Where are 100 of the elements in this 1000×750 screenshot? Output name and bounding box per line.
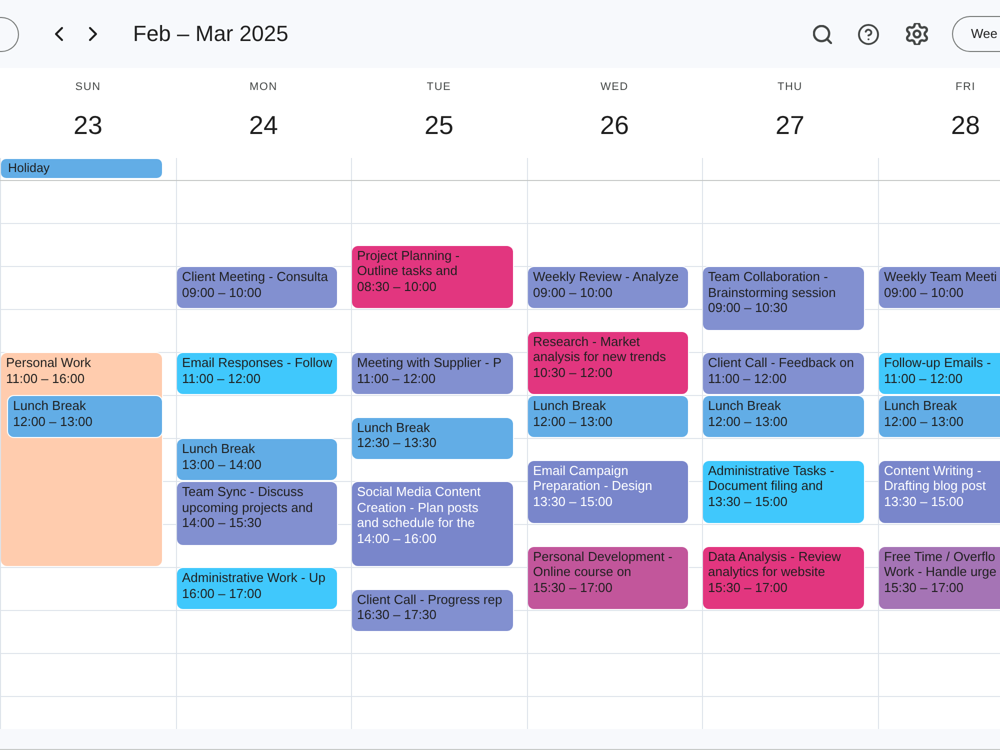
calendar-event[interactable]: Client Call - Progress rep 16:30 – 17:30 <box>352 590 513 630</box>
event-title: Research - Market analysis for new trends <box>533 334 666 364</box>
calendar-event[interactable]: Weekly Team Meeti 09:00 – 10:00 <box>879 267 1000 308</box>
event-title: Meeting with Supplier - P <box>357 355 502 370</box>
all-day-event[interactable]: Holiday <box>1 159 162 178</box>
event-title: Personal Development - Online course on <box>533 548 672 580</box>
settings-icon <box>906 23 928 45</box>
event-time: 11:00 – 12:00 <box>357 370 436 386</box>
event-time: 10:30 – 12:00 <box>533 364 613 380</box>
event-title: Weekly Team Meeti <box>884 269 997 284</box>
calendar-event[interactable]: Content Writing - Drafting blog post 13:30 – 15:00 <box>879 460 1000 523</box>
calendar-event[interactable]: Email Campaign Preparation - Design 13:30 – 15:00 <box>528 460 688 523</box>
event-time: 12:30 – 13:30 <box>357 435 437 450</box>
event-time: 13:30 – 15:00 <box>884 494 964 509</box>
calendar-event[interactable]: Lunch Break 12:00 – 13:00 <box>8 396 162 437</box>
event-title: Client Call - Progress rep <box>357 592 502 607</box>
calendar-event[interactable]: Administrative Work - Up 16:00 – 17:00 <box>177 568 337 609</box>
day-number[interactable]: 24 <box>249 109 278 141</box>
event-title: Lunch Break <box>533 398 606 414</box>
event-title: Data Analysis - Review analytics for website <box>708 548 841 580</box>
calendar-event[interactable]: Email Responses - Follow 11:00 – 12:00 <box>177 353 337 394</box>
event-time: 13:30 – 15:00 <box>708 494 788 509</box>
calendar-event[interactable]: Free Time / Overflo Work - Handle urge 15:30 – 17:00 <box>879 546 1000 609</box>
event-time: 13:00 – 14:00 <box>182 456 262 472</box>
event-title: Social Media Content Creation - Plan posts and schedule for the <box>357 484 481 530</box>
event-title: Client Call - Feedback on <box>708 355 854 370</box>
calendar-event[interactable]: Client Call - Feedback on 11:00 – 12:00 <box>703 353 864 394</box>
calendar-event[interactable]: Lunch Break 12:00 – 13:00 <box>879 396 1000 437</box>
event-time: 15:30 – 17:00 <box>884 580 964 595</box>
event-title: Lunch Break <box>357 420 430 435</box>
weekday-label: TUE <box>426 80 452 95</box>
event-time: 12:00 – 13:00 <box>884 414 964 429</box>
event-time: 15:30 – 17:00 <box>533 580 613 595</box>
event-time: 12:00 – 13:00 <box>708 414 788 429</box>
day-number[interactable]: 28 <box>951 109 980 141</box>
event-time: 11:00 – 12:00 <box>182 370 261 386</box>
weekday-label: THU <box>777 80 802 95</box>
calendar-event[interactable]: Follow-up Emails - 11:00 – 12:00 <box>879 353 1000 394</box>
day-number[interactable]: 26 <box>600 109 629 141</box>
event-title: Lunch Break <box>884 398 957 414</box>
event-title: Follow-up Emails - <box>884 355 991 370</box>
calendar-event[interactable]: Lunch Break 12:30 – 13:30 <box>352 418 513 458</box>
search-icon <box>812 24 832 44</box>
calendar-event[interactable]: Team Collaboration - Brainstorming session 09:00 – 10:30 <box>703 267 864 330</box>
cut-off-button[interactable] <box>0 16 19 52</box>
event-time: 14:00 – 15:30 <box>182 515 262 530</box>
weekday-label: WED <box>600 80 629 95</box>
event-time: 09:00 – 10:30 <box>708 300 788 316</box>
calendar-event[interactable]: Research - Market analysis for new trends 10:30 – 12:00 <box>528 332 688 394</box>
event-title: Lunch Break <box>708 398 781 414</box>
event-time: 11:00 – 12:00 <box>884 370 963 386</box>
calendar-event[interactable]: Lunch Break 12:00 – 13:00 <box>703 396 864 437</box>
calendar-event[interactable]: Meeting with Supplier - P 11:00 – 12:00 <box>352 353 513 394</box>
event-time: 13:30 – 15:00 <box>533 494 613 509</box>
event-time: 14:00 – 16:00 <box>357 530 437 546</box>
calendar-event[interactable]: Team Sync - Discuss upcoming projects and 14:00 – 15:30 <box>177 482 337 544</box>
event-title: Content Writing - Drafting blog post <box>884 462 986 494</box>
view-button[interactable]: Wee <box>952 16 1000 52</box>
day-number[interactable]: 25 <box>424 109 454 141</box>
event-title: Lunch Break <box>13 398 86 414</box>
event-title: Administrative Work - Up <box>182 570 326 586</box>
event-title: Email Campaign Preparation - Design <box>533 462 652 494</box>
calendar-event[interactable]: Social Media Content Creation - Plan posts and schedule for the 14:00 – 16:00 <box>352 482 513 566</box>
event-title: Weekly Review - Analyze <box>533 269 679 284</box>
event-time: 11:00 – 12:00 <box>708 370 787 386</box>
event-title: Administrative Tasks - Document filing and <box>708 462 834 494</box>
event-title: Client Meeting - Consulta <box>182 269 328 284</box>
event-time: 09:00 – 10:00 <box>182 284 262 300</box>
calendar-event[interactable]: Data Analysis - Review analytics for website 15:30 – 17:00 <box>703 546 864 609</box>
event-time: 16:30 – 17:30 <box>357 607 437 622</box>
chevron-left-icon <box>55 27 63 41</box>
event-time: 15:30 – 17:00 <box>708 580 788 595</box>
day-number[interactable]: 23 <box>74 109 102 141</box>
event-title: Lunch Break <box>182 441 255 456</box>
event-time: 12:00 – 13:00 <box>533 414 613 429</box>
day-number[interactable]: 27 <box>776 109 804 141</box>
event-title: Project Planning - Outline tasks and <box>357 248 460 278</box>
event-time: 16:00 – 17:00 <box>182 586 262 601</box>
event-title: Team Collaboration - Brainstorming session <box>708 269 836 300</box>
date-range-title: Feb – Mar 2025 <box>133 20 288 48</box>
calendar-event[interactable]: Weekly Review - Analyze 09:00 – 10:00 <box>528 267 688 308</box>
weekday-label: MON <box>249 80 278 95</box>
calendar-event[interactable]: Client Meeting - Consulta 09:00 – 10:00 <box>177 267 337 308</box>
event-time: 12:00 – 13:00 <box>13 414 93 429</box>
event-title: Personal Work <box>6 355 92 370</box>
calendar-event[interactable]: Personal Development - Online course on 15:30 – 17:00 <box>528 546 688 609</box>
event-time: 09:00 – 10:00 <box>884 284 964 300</box>
event-time: 08:30 – 10:00 <box>357 278 437 294</box>
event-title: Email Responses - Follow <box>182 355 332 370</box>
calendar-event[interactable]: Administrative Tasks - Document filing and 13:30 – 15:00 <box>703 460 864 523</box>
calendar-event[interactable]: Project Planning - Outline tasks and 08:30 – 10:00 <box>352 246 513 308</box>
help-icon <box>858 24 878 44</box>
weekday-label: SUN <box>75 80 101 95</box>
chevron-right-icon <box>89 27 97 41</box>
calendar-event[interactable]: Lunch Break 13:00 – 14:00 <box>177 439 337 480</box>
event-time: 09:00 – 10:00 <box>533 284 613 300</box>
event-title: Free Time / Overflo Work - Handle urge <box>884 548 996 580</box>
calendar-event[interactable]: Lunch Break 12:00 – 13:00 <box>528 396 688 437</box>
calendar-event[interactable]: Personal Work 11:00 – 16:00 Lunch Break 12:00 – 13:00 <box>1 353 162 566</box>
event-title: Team Sync - Discuss upcoming projects and <box>182 484 313 515</box>
